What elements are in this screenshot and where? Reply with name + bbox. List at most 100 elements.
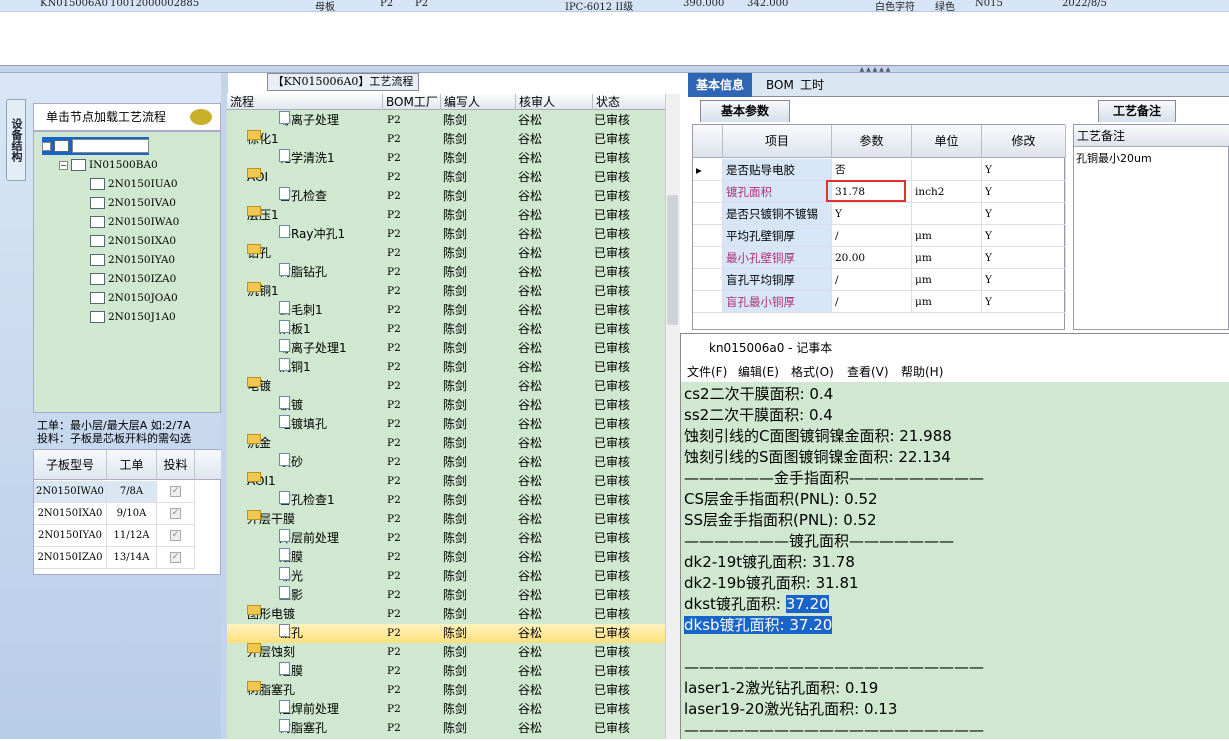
- process-column-header[interactable]: BOM工厂: [382, 94, 440, 110]
- column-header[interactable]: 工单: [107, 450, 157, 480]
- process-row[interactable]: 化学清洗1 P2 陈剑 谷松 已审核: [227, 149, 665, 168]
- tab-device-structure[interactable]: 设备结构: [6, 99, 26, 181]
- param-unit-cell[interactable]: [912, 203, 982, 225]
- process-row[interactable]: −外层蚀刻 P2 陈剑 谷松 已审核: [227, 643, 665, 662]
- param-value-cell[interactable]: 20.00: [832, 247, 912, 269]
- process-row[interactable]: 阻焊前处理 P2 陈剑 谷松 已审核: [227, 700, 665, 719]
- process-column-header[interactable]: 流程: [227, 94, 382, 110]
- grid-column-header[interactable]: 参数: [832, 125, 912, 158]
- row-indicator[interactable]: [693, 225, 723, 247]
- process-column-header[interactable]: 核审人: [515, 94, 592, 110]
- process-row[interactable]: 去毛刺1 P2 陈剑 谷松 已审核: [227, 301, 665, 320]
- process-row[interactable]: 贴膜 P2 陈剑 谷松 已审核: [227, 548, 665, 567]
- column-header[interactable]: 子板型号: [34, 450, 107, 480]
- top-record-row[interactable]: KN015006A0 10012000002885 母板 P2 P2 IPC-6012 I…: [0, 0, 1229, 13]
- tab-process-notes[interactable]: 工艺备注: [1098, 100, 1176, 122]
- params-grid[interactable]: 项目 参数 单位 修改 ▸ 是否贴导电胶否 Y 镀孔面积 31.78 inch2 Y 是否只镀铜不镀锡…: [692, 124, 1066, 330]
- row-indicator[interactable]: [693, 203, 723, 225]
- checkbox[interactable]: ✓: [170, 508, 181, 519]
- process-row[interactable]: −AOI1 P2 陈剑 谷松 已审核: [227, 472, 665, 491]
- process-row[interactable]: 板镀 P2 陈剑 谷松 已审核: [227, 396, 665, 415]
- notepad-menu-item[interactable]: 编辑(E): [738, 362, 779, 382]
- tab-basic-info[interactable]: 基本信息: [688, 73, 753, 97]
- tree-node-leaf[interactable]: 2N0150IYA0: [90, 251, 175, 269]
- process-row[interactable]: 烘板1 P2 陈剑 谷松 已审核: [227, 320, 665, 339]
- process-row[interactable]: X-Ray冲孔1 P2 陈剑 谷松 已审核: [227, 225, 665, 244]
- notepad-menu-item[interactable]: 查看(V): [847, 362, 889, 382]
- notepad-menu-item[interactable]: 帮助(H): [901, 362, 943, 382]
- notepad-text-area[interactable]: cs2二次干膜面积: 0.4 ss2二次干膜面积: 0.4 蚀刻引线的C面图镀铜镍金…: [681, 382, 1229, 739]
- row-indicator[interactable]: [693, 291, 723, 313]
- process-scrollbar[interactable]: [665, 94, 680, 739]
- process-row[interactable]: 曝光 P2 陈剑 谷松 已审核: [227, 567, 665, 586]
- row-indicator[interactable]: ▸: [693, 159, 723, 181]
- param-value-cell[interactable]: /: [832, 225, 912, 247]
- column-header[interactable]: 投料: [157, 450, 195, 480]
- grid-column-header[interactable]: 单位: [912, 125, 982, 158]
- param-unit-cell[interactable]: μm: [912, 225, 982, 247]
- checkbox[interactable]: ✓: [170, 530, 181, 541]
- process-row[interactable]: −沉金 P2 陈剑 谷松 已审核: [227, 434, 665, 453]
- param-unit-cell[interactable]: μm: [912, 291, 982, 313]
- notepad-menu-item[interactable]: 文件(F): [687, 362, 727, 382]
- process-column-header[interactable]: 状态: [592, 94, 665, 110]
- process-row[interactable]: 镀孔 P2 陈剑 谷松 已审核: [227, 624, 665, 643]
- tree-node-leaf[interactable]: 2N0150JOA0: [90, 289, 178, 307]
- tab-hours[interactable]: 工时: [792, 73, 832, 97]
- sub-board-table[interactable]: 子板型号 工单 投料 2N0150IWA0 7/8A ✓ 2N0150IXA0 9/10A ✓ 2…: [33, 449, 222, 575]
- tree-node-leaf[interactable]: 2N0150IWA0: [90, 213, 179, 231]
- process-row[interactable]: −图形电镀 P2 陈剑 谷松 已审核: [227, 605, 665, 624]
- tree-node-leaf[interactable]: 2N0150IUA0: [90, 175, 178, 193]
- row-indicator[interactable]: [693, 247, 723, 269]
- row-indicator[interactable]: [693, 269, 723, 291]
- param-value-cell[interactable]: Y: [832, 203, 912, 225]
- process-row[interactable]: −电镀 P2 陈剑 谷松 已审核: [227, 377, 665, 396]
- grid-column-header[interactable]: 修改: [982, 125, 1066, 158]
- row-indicator[interactable]: [693, 181, 723, 203]
- param-unit-cell[interactable]: [912, 159, 982, 181]
- tree-node-leaf[interactable]: 2N0150IXA0: [90, 232, 176, 250]
- notepad-menu-item[interactable]: 格式(O): [791, 362, 834, 382]
- process-row[interactable]: −外层干膜 P2 陈剑 谷松 已审核: [227, 510, 665, 529]
- process-row[interactable]: 外层前处理 P2 陈剑 谷松 已审核: [227, 529, 665, 548]
- table-cell[interactable]: ✓: [157, 525, 195, 547]
- tab-basic-params[interactable]: 基本参数: [700, 100, 790, 122]
- tree-node-leaf[interactable]: 2N0150J1A0: [90, 308, 176, 326]
- table-cell[interactable]: ✓: [157, 481, 195, 503]
- process-row[interactable]: 退膜 P2 陈剑 谷松 已审核: [227, 662, 665, 681]
- param-unit-cell[interactable]: μm: [912, 247, 982, 269]
- process-row[interactable]: −层压1 P2 陈剑 谷松 已审核: [227, 206, 665, 225]
- tree-node-leaf[interactable]: 2N0150IZA0: [90, 270, 176, 288]
- horizontal-splitter[interactable]: [0, 66, 1229, 73]
- notes-value[interactable]: 孔铜最小20um: [1076, 150, 1152, 166]
- process-column-header[interactable]: 编写人: [440, 94, 515, 110]
- process-row[interactable]: −钻孔 P2 陈剑 谷松 已审核: [227, 244, 665, 263]
- expand-toggle-icon[interactable]: −: [59, 160, 68, 170]
- checkbox[interactable]: ✓: [170, 552, 181, 563]
- process-row[interactable]: 喷砂 P2 陈剑 谷松 已审核: [227, 453, 665, 472]
- param-unit-cell[interactable]: μm: [912, 269, 982, 291]
- tree-node-root[interactable]: − KN015006A0: [42, 137, 150, 155]
- process-row[interactable]: −棕化1 P2 陈剑 谷松 已审核: [227, 130, 665, 149]
- tree-node-child[interactable]: − IN01500BA0: [59, 156, 158, 174]
- checkbox[interactable]: ✓: [170, 486, 181, 497]
- process-row[interactable]: −树脂塞孔 P2 陈剑 谷松 已审核: [227, 681, 665, 700]
- tree-node-leaf[interactable]: 2N0150IVA0: [90, 194, 176, 212]
- param-unit-cell[interactable]: inch2: [912, 181, 982, 203]
- process-row[interactable]: 电镀填孔 P2 陈剑 谷松 已审核: [227, 415, 665, 434]
- param-value-cell[interactable]: /: [832, 291, 912, 313]
- grid-column-header[interactable]: 项目: [723, 125, 832, 158]
- process-row[interactable]: 等离子处理 P2 陈剑 谷松 已审核: [227, 111, 665, 130]
- structure-tree[interactable]: − KN015006A0− IN01500BA0 2N0150IUA0 2N0150IV…: [33, 131, 221, 413]
- param-value-cell[interactable]: 否: [832, 159, 912, 181]
- table-cell[interactable]: ✓: [157, 547, 195, 569]
- process-row[interactable]: −沉铜1 P2 陈剑 谷松 已审核: [227, 282, 665, 301]
- process-row[interactable]: 沉铜1 P2 陈剑 谷松 已审核: [227, 358, 665, 377]
- process-row[interactable]: −AOI P2 陈剑 谷松 已审核: [227, 168, 665, 187]
- process-row[interactable]: 树脂塞孔 P2 陈剑 谷松 已审核: [227, 719, 665, 738]
- expand-toggle-icon[interactable]: −: [42, 141, 51, 151]
- process-row[interactable]: 显影 P2 陈剑 谷松 已审核: [227, 586, 665, 605]
- process-row[interactable]: 盲孔检查 P2 陈剑 谷松 已审核: [227, 187, 665, 206]
- process-row[interactable]: 树脂钻孔 P2 陈剑 谷松 已审核: [227, 263, 665, 282]
- process-row[interactable]: 盲孔检查1 P2 陈剑 谷松 已审核: [227, 491, 665, 510]
